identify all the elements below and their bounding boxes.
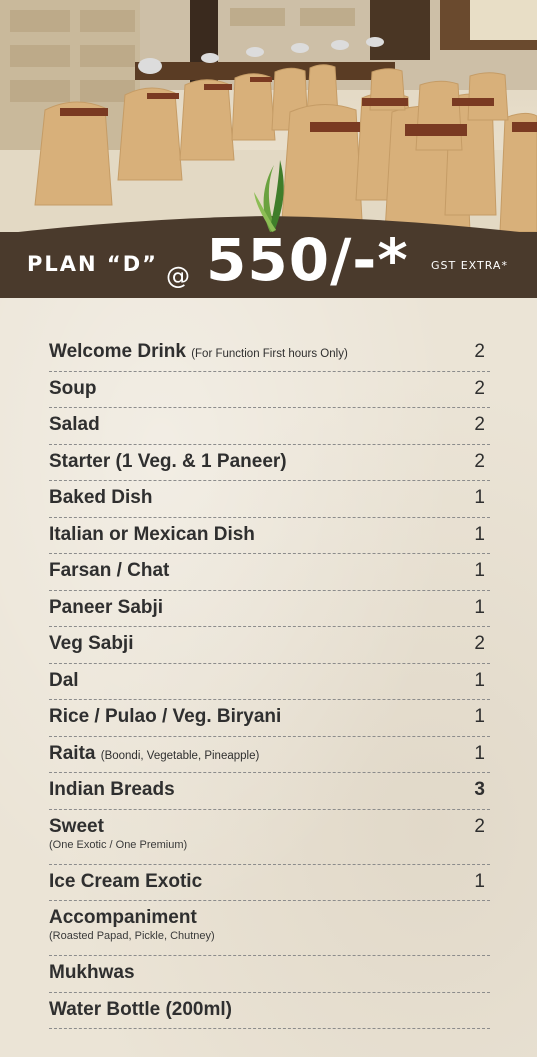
menu-item-title: Salad <box>49 414 100 435</box>
menu-item: Rice / Pulao / Veg. Biryani 1 <box>49 700 490 737</box>
menu-item-quantity: 2 <box>474 377 485 399</box>
menu-item-name: Rice / Pulao / Veg. Biryani <box>49 706 281 728</box>
menu-item-quantity: 2 <box>474 633 485 654</box>
menu-item: Ice Cream Exotic 1 <box>49 865 490 901</box>
menu-item-name: Starter (1 Veg. & 1 Paneer) <box>49 451 287 473</box>
menu-item: Indian Breads 3 <box>49 773 490 810</box>
menu-item: Paneer Sabji 1 <box>49 591 490 627</box>
menu-item-title: Water Bottle (200ml) <box>49 998 232 1020</box>
price-prefix: @ <box>166 262 190 290</box>
menu-item-title: Rice / Pulao / Veg. Biryani <box>49 706 282 727</box>
menu-item-name: Italian or Mexican Dish <box>49 524 255 546</box>
menu-item-title: Starter (1 Veg. & 1 Paneer) <box>49 450 287 472</box>
menu-item-name: Raita (Boondi, Vegetable, Pineapple) <box>49 743 259 767</box>
menu-item: Soup 2 <box>49 372 490 408</box>
menu-item: Water Bottle (200ml) <box>49 993 490 1029</box>
menu-item-title: Baked Dish <box>49 487 153 508</box>
menu-item-name: Welcome Drink (For Function First hours … <box>49 341 348 365</box>
menu-item-title: Veg Sabji <box>49 633 134 654</box>
menu-item-name: Ice Cream Exotic <box>49 871 202 893</box>
menu-item: Starter (1 Veg. & 1 Paneer) 2 <box>49 445 490 481</box>
menu-item-quantity: 2 <box>474 815 485 837</box>
menu-item-name: Water Bottle (200ml) <box>49 999 232 1021</box>
menu-item: Veg Sabji 2 <box>49 627 490 664</box>
menu-item-note: (Boondi, Vegetable, Pineapple) <box>100 749 260 762</box>
tax-note: GST EXTRA* <box>431 259 508 272</box>
menu-item-quantity: 1 <box>474 870 485 892</box>
menu-item-name: Farsan / Chat <box>49 560 169 582</box>
menu-item-quantity: 1 <box>474 487 485 508</box>
menu-item-title: Paneer Sabji <box>49 596 164 618</box>
menu-item-quantity: 1 <box>474 742 485 764</box>
menu-item-quantity: 3 <box>474 779 485 800</box>
menu-item-name: Veg Sabji <box>49 633 133 655</box>
menu-item-name: Indian Breads <box>49 779 175 801</box>
menu-item-title: Italian or Mexican Dish <box>49 523 255 545</box>
menu-item: Salad 2 <box>49 408 490 445</box>
menu-item-title: Sweet <box>49 815 104 837</box>
plan-label: PLAN “D” <box>27 252 158 276</box>
menu-item: Mukhwas <box>49 956 490 993</box>
menu-item-quantity: 1 <box>474 596 485 618</box>
menu-item: Accompaniment (Roasted Papad, Pickle, Chu… <box>49 901 490 956</box>
menu-item-name: Accompaniment (Roasted Papad, Pickle, Chu… <box>49 907 215 943</box>
menu-item-name: Mukhwas <box>49 962 135 984</box>
menu-item-title: Soup <box>49 377 97 399</box>
menu-item-name: Sweet (One Exotic / One Premium) <box>49 816 187 852</box>
menu-item-title: Accompaniment <box>49 907 197 928</box>
menu-item-quantity: 2 <box>474 341 485 362</box>
menu-item: Welcome Drink (For Function First hours … <box>49 335 490 372</box>
menu-item-detail: (Roasted Papad, Pickle, Chutney) <box>49 930 215 942</box>
menu-item: Italian or Mexican Dish 1 <box>49 518 490 554</box>
menu-item: Sweet (One Exotic / One Premium) 2 <box>49 810 490 865</box>
menu-item-title: Welcome Drink <box>49 341 186 362</box>
menu-item: Dal 1 <box>49 664 490 700</box>
menu-item-quantity: 1 <box>474 669 485 691</box>
price: 550/-* <box>206 226 409 294</box>
menu-item-title: Dal <box>49 669 79 691</box>
menu-item-quantity: 2 <box>474 414 485 435</box>
menu-item-title: Indian Breads <box>49 779 175 800</box>
menu-item: Farsan / Chat 1 <box>49 554 490 591</box>
menu-item-title: Mukhwas <box>49 962 135 983</box>
menu-item-note: (For Function First hours Only) <box>191 348 348 360</box>
menu-item: Raita (Boondi, Vegetable, Pineapple) 1 <box>49 737 490 773</box>
menu-item: Baked Dish 1 <box>49 481 490 518</box>
menu-item-title: Raita <box>49 742 96 764</box>
menu-item-name: Dal <box>49 670 79 692</box>
menu-item-detail: (One Exotic / One Premium) <box>49 838 188 851</box>
menu-item-quantity: 1 <box>474 560 485 581</box>
menu-item-name: Paneer Sabji <box>49 597 163 619</box>
menu-item-name: Soup <box>49 378 97 400</box>
leaf-sprout-icon <box>254 160 284 232</box>
menu-item-quantity: 1 <box>474 706 485 727</box>
menu-item-title: Ice Cream Exotic <box>49 870 203 892</box>
menu-item-name: Baked Dish <box>49 487 152 509</box>
menu-item-quantity: 2 <box>474 450 485 472</box>
menu-item-title: Farsan / Chat <box>49 560 170 581</box>
menu-list: Welcome Drink (For Function First hours … <box>49 335 490 1029</box>
menu-item-quantity: 1 <box>474 523 485 545</box>
menu-item-name: Salad <box>49 414 100 436</box>
